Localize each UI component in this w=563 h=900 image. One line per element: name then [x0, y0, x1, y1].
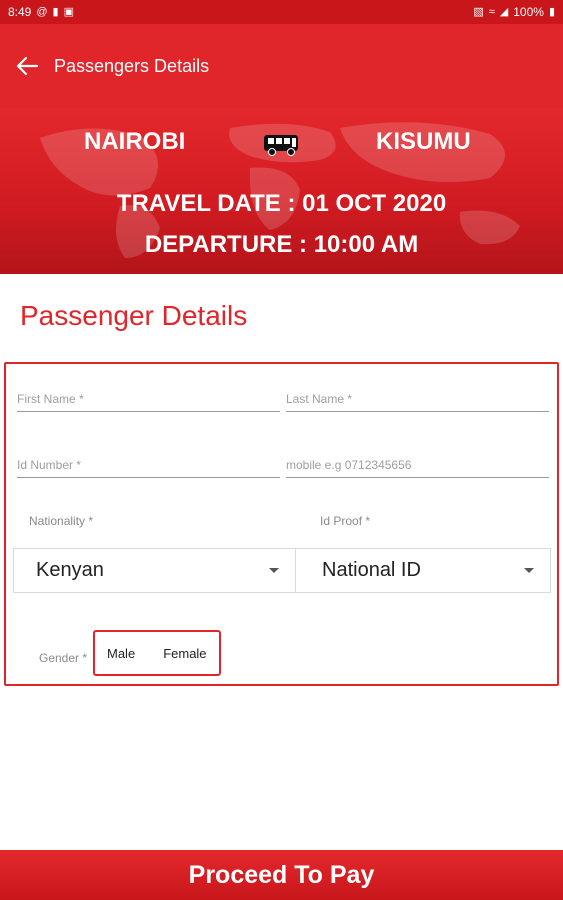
battery-icon: ▮ [548, 5, 555, 18]
message-icon: ▮ [52, 5, 59, 18]
last-name-field[interactable]: Last Name * [286, 382, 549, 412]
app-bar-title: Passengers Details [54, 55, 210, 76]
battery-level: 100% [513, 5, 544, 19]
last-name-placeholder: Last Name * [286, 392, 353, 406]
nationality-value: Kenyan [36, 559, 104, 581]
gender-selector: Male Female [93, 630, 221, 676]
vibrate-icon: ▧ [473, 5, 484, 18]
app-notification-icon: ▣ [63, 5, 74, 18]
section-title: Passenger Details [20, 300, 248, 331]
trip-summary-banner: NAIROBI KISUMU TRAVEL DATE : 01 OCT 2020… [0, 108, 563, 274]
route-row: NAIROBI KISUMU [0, 128, 563, 164]
status-bar: 8:49 @ ▮ ▣ ▧ ≈ ◢ 100% ▮ [0, 0, 563, 24]
status-time: 8:49 [8, 5, 32, 19]
proceed-to-pay-button[interactable]: Proceed To Pay [0, 850, 563, 900]
bus-icon [262, 133, 302, 157]
gender-option-female[interactable]: Female [163, 646, 206, 661]
id-proof-label: Id Proof * [320, 514, 371, 528]
at-sign-icon: @ [36, 5, 48, 18]
nationality-label: Nationality * [29, 514, 94, 528]
id-number-field[interactable]: Id Number * [17, 448, 280, 478]
id-proof-select[interactable]: National ID [295, 548, 551, 593]
mobile-field[interactable]: mobile e.g 0712345656 [286, 448, 549, 478]
departure-time: DEPARTURE : 10:00 AM [144, 231, 419, 258]
first-name-placeholder: First Name * [17, 392, 84, 406]
first-name-field[interactable]: First Name * [17, 382, 280, 412]
travel-date: TRAVEL DATE : 01 OCT 2020 [116, 190, 447, 217]
id-proof-value: National ID [322, 559, 421, 581]
origin-city: NAIROBI [84, 128, 186, 155]
app-bar: Passengers Details [0, 24, 563, 108]
chevron-down-icon [269, 568, 279, 573]
arrow-left-icon[interactable] [14, 53, 40, 79]
nationality-select[interactable]: Kenyan [13, 548, 296, 593]
wifi-icon: ≈ [488, 5, 495, 18]
status-right: ▧ ≈ ◢ 100% ▮ [473, 5, 555, 19]
passenger-form: First Name * Last Name * Id Number * mob… [4, 362, 559, 686]
chevron-down-icon [524, 568, 534, 573]
mobile-placeholder: mobile e.g 0712345656 [286, 458, 412, 472]
destination-city: KISUMU [376, 128, 471, 155]
gender-option-male[interactable]: Male [107, 646, 135, 661]
signal-icon: ◢ [499, 5, 509, 18]
id-number-placeholder: Id Number * [17, 458, 82, 472]
gender-label: Gender * [39, 651, 88, 665]
status-left: 8:49 @ ▮ ▣ [8, 5, 74, 19]
